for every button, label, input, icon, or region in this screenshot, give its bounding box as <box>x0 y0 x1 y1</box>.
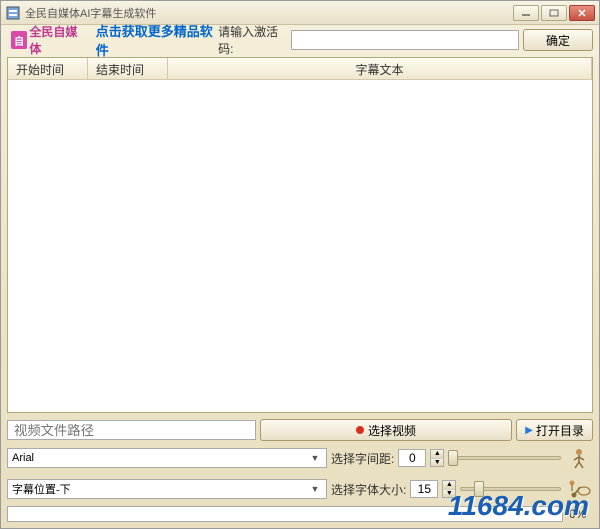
select-video-label: 选择视频 <box>368 422 416 439</box>
font-dropdown[interactable]: Arial ▼ <box>7 448 327 468</box>
slider-track <box>448 456 561 460</box>
logo-icon: 自 <box>11 31 27 49</box>
logo-text: 全民自媒体 <box>29 23 83 57</box>
progress-percent: 0% <box>569 507 593 521</box>
spacing-stepper[interactable]: ▲ ▼ <box>430 449 444 467</box>
controls-area: 选择视频 ▶ 打开目录 Arial ▼ 选择字间距: 0 ▲ ▼ <box>1 415 599 528</box>
position-dropdown[interactable]: 字幕位置-下 ▼ <box>7 479 327 499</box>
subtitle-table: 开始时间 结束时间 字幕文本 <box>7 57 593 413</box>
titlebar: 全民自媒体AI字幕生成软件 <box>1 1 599 25</box>
app-window: 全民自媒体AI字幕生成软件 自 全民自媒体 点击获取更多精品软件 请输入激活码:… <box>0 0 600 529</box>
window-controls <box>513 5 595 21</box>
logo-badge: 自 全民自媒体 <box>7 29 88 51</box>
confirm-button[interactable]: 确定 <box>523 29 593 51</box>
video-path-row: 选择视频 ▶ 打开目录 <box>7 419 593 441</box>
minimize-icon <box>521 9 531 17</box>
size-up[interactable]: ▲ <box>443 481 455 490</box>
col-end-time[interactable]: 结束时间 <box>88 58 168 79</box>
open-dir-label: 打开目录 <box>536 422 584 439</box>
decoration-figure-2 <box>565 475 593 503</box>
activation-label: 请输入激活码: <box>218 23 287 57</box>
progress-row: 0% <box>7 506 593 522</box>
spacing-slider[interactable] <box>448 449 561 467</box>
maximize-button[interactable] <box>541 5 567 21</box>
activation-input[interactable] <box>291 30 519 50</box>
size-slider[interactable] <box>460 480 561 498</box>
decoration-figure-1 <box>565 444 593 472</box>
font-row: Arial ▼ 选择字间距: 0 ▲ ▼ <box>7 444 593 472</box>
spacing-down[interactable]: ▼ <box>431 459 443 467</box>
chevron-down-icon: ▼ <box>308 451 322 465</box>
table-body <box>8 80 592 412</box>
select-video-button[interactable]: 选择视频 <box>260 419 513 441</box>
size-value: 15 <box>410 480 438 498</box>
window-title: 全民自媒体AI字幕生成软件 <box>25 5 513 21</box>
close-button[interactable] <box>569 5 595 21</box>
table-header: 开始时间 结束时间 字幕文本 <box>8 58 592 80</box>
play-icon: ▶ <box>525 425 533 436</box>
col-start-time[interactable]: 开始时间 <box>8 58 88 79</box>
col-subtitle-text[interactable]: 字幕文本 <box>168 58 592 79</box>
size-label: 选择字体大小: <box>331 481 406 498</box>
app-icon <box>5 5 21 21</box>
open-directory-button[interactable]: ▶ 打开目录 <box>516 419 593 441</box>
close-icon <box>577 9 587 17</box>
chevron-down-icon: ▼ <box>308 482 322 496</box>
slider-thumb[interactable] <box>474 481 484 497</box>
minimize-button[interactable] <box>513 5 539 21</box>
maximize-icon <box>549 9 559 17</box>
record-icon <box>356 426 364 434</box>
video-path-input[interactable] <box>7 420 256 440</box>
spacing-value: 0 <box>398 449 426 467</box>
slider-thumb[interactable] <box>448 450 458 466</box>
progress-bar <box>7 506 563 522</box>
position-dropdown-value: 字幕位置-下 <box>12 481 308 497</box>
size-stepper[interactable]: ▲ ▼ <box>442 480 456 498</box>
font-dropdown-value: Arial <box>12 452 308 464</box>
spacing-up[interactable]: ▲ <box>431 450 443 459</box>
promo-link[interactable]: 点击获取更多精品软件 <box>96 21 214 59</box>
toolbar: 自 全民自媒体 点击获取更多精品软件 请输入激活码: 确定 <box>1 25 599 55</box>
size-down[interactable]: ▼ <box>443 490 455 498</box>
spacing-label: 选择字间距: <box>331 450 394 467</box>
position-row: 字幕位置-下 ▼ 选择字体大小: 15 ▲ ▼ <box>7 475 593 503</box>
